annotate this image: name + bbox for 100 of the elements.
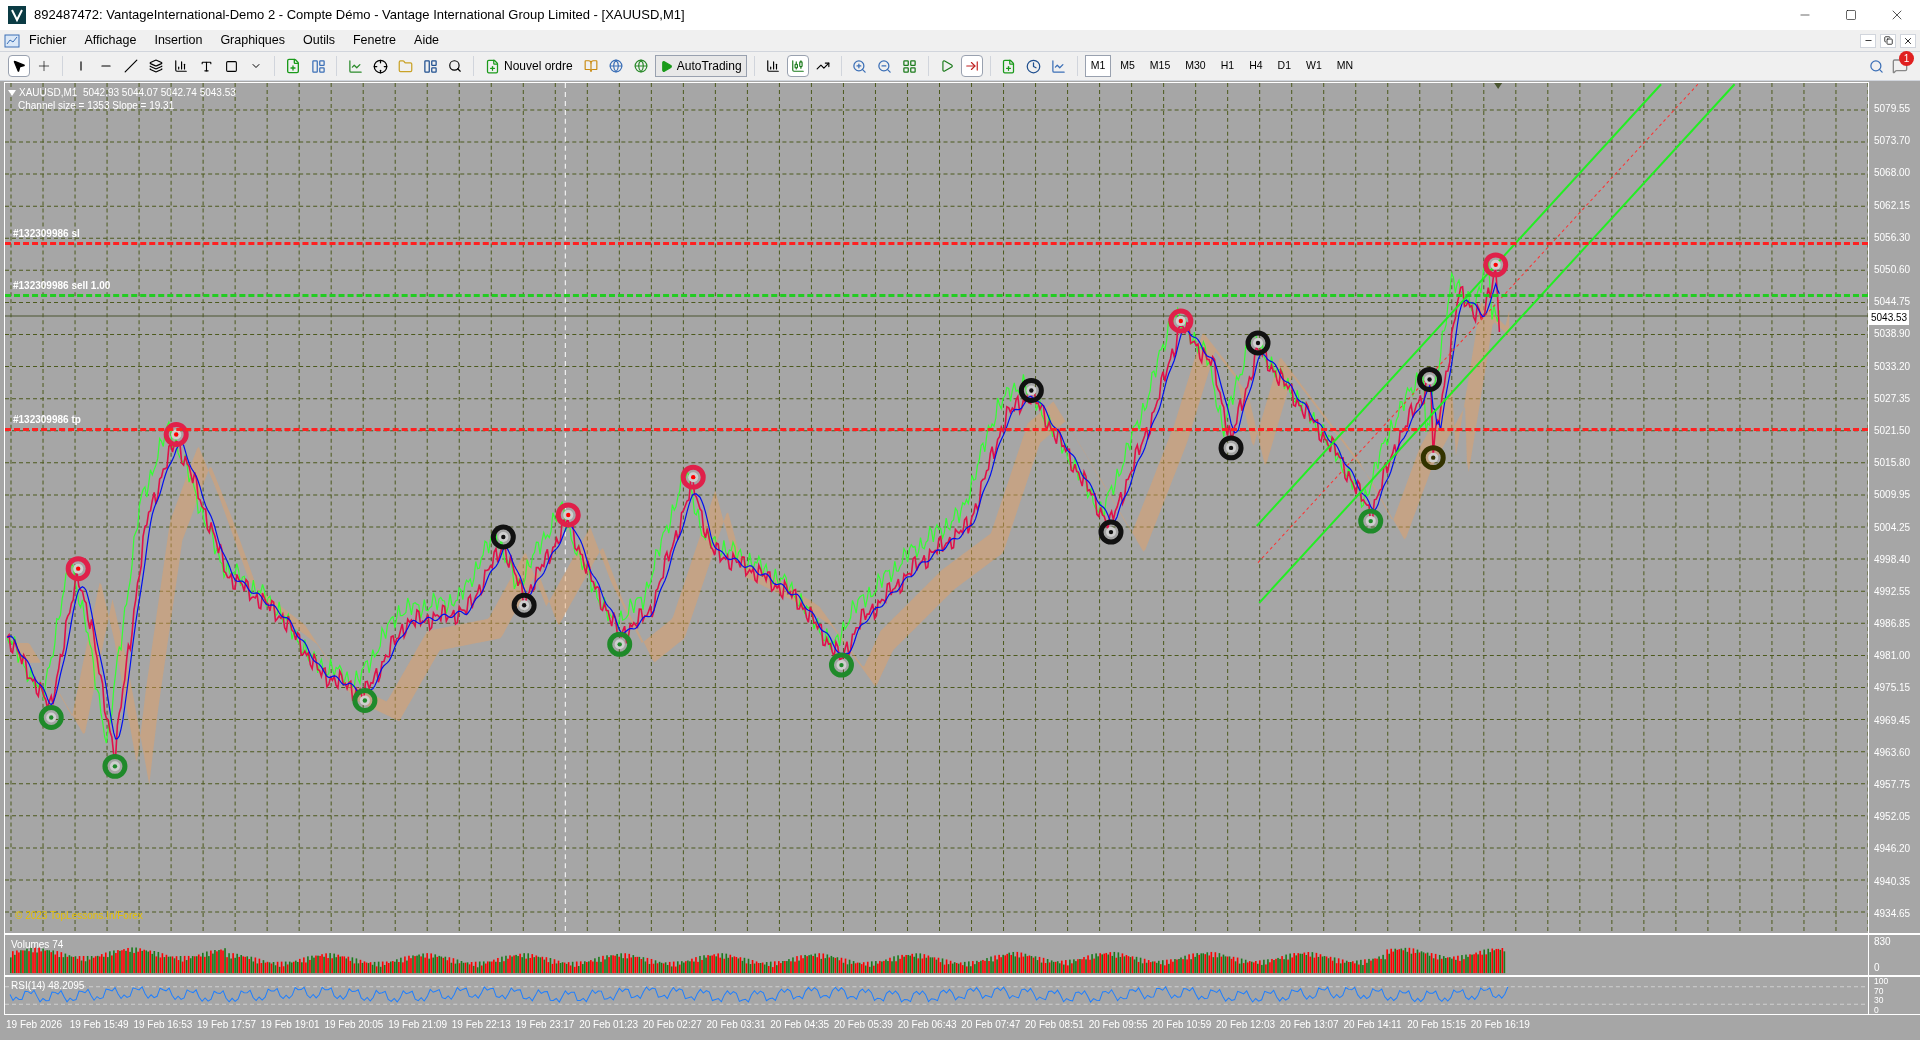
cursor-tool-icon[interactable] — [8, 55, 30, 77]
signal-marker-icon — [1417, 367, 1443, 392]
timeframe-tab[interactable]: M15 — [1143, 55, 1177, 77]
menu-item[interactable]: Aide — [405, 31, 449, 50]
timeframe-tab[interactable]: W1 — [1300, 55, 1328, 77]
signal-marker-icon — [1483, 252, 1509, 278]
time-label: 20 Feb 16:19 — [1470, 1017, 1531, 1032]
menu-item[interactable]: Outils — [294, 31, 344, 50]
price-label: 4963.60 — [1874, 747, 1911, 758]
maximize-icon — [1845, 9, 1857, 21]
menu-item[interactable]: Fichier — [20, 31, 76, 50]
time-label: 20 Feb 06:43 — [897, 1017, 958, 1032]
price-label: 5062.15 — [1874, 200, 1911, 211]
price-label: 4975.15 — [1874, 683, 1911, 694]
volume-axis-label: 830 — [1874, 937, 1892, 947]
collapse-triangle-icon[interactable] — [8, 89, 16, 96]
price-label: 4934.65 — [1874, 908, 1911, 919]
price-label: 4992.55 — [1874, 586, 1911, 597]
autotrading-button[interactable]: AutoTrading — [654, 55, 747, 77]
menu-item[interactable]: Graphiques — [211, 31, 294, 50]
time-label: 20 Feb 07:47 — [961, 1017, 1022, 1032]
signal-marker-icon — [1420, 445, 1446, 471]
signal-marker-icon — [1098, 519, 1124, 545]
timeframe-tab[interactable]: M1 — [1084, 55, 1112, 77]
signal-marker-icon — [511, 592, 537, 618]
new-order-icon — [485, 58, 500, 74]
signal-marker-icon — [828, 652, 854, 678]
chart-window-icon — [4, 33, 20, 48]
time-label: 19 Feb 23:17 — [515, 1017, 576, 1032]
copyright-text: © 2023 TopLessons.In/Forex — [15, 909, 143, 923]
signal-marker-icon — [607, 631, 633, 657]
time-label: 20 Feb 09:55 — [1088, 1017, 1149, 1032]
order-line-label: #132309986 sl — [13, 229, 80, 240]
time-label: 20 Feb 14:11 — [1343, 1017, 1403, 1032]
time-label: 20 Feb 03:31 — [706, 1017, 767, 1032]
signal-marker-icon — [1018, 378, 1044, 403]
child-minimize-button[interactable] — [1860, 33, 1876, 48]
signal-marker-icon — [1168, 308, 1194, 334]
timeframe-tab[interactable]: M5 — [1114, 55, 1141, 77]
price-label: 5068.00 — [1874, 168, 1911, 179]
signal-marker-icon — [102, 753, 128, 779]
signal-marker-icon — [680, 464, 706, 490]
time-label: 19 Feb 21:09 — [388, 1017, 449, 1032]
notification-badge: 1 — [1899, 51, 1914, 66]
rsi-axis-label: 30 — [1874, 996, 1885, 1005]
price-label: 5015.80 — [1874, 458, 1911, 469]
child-close-button[interactable] — [1900, 33, 1916, 48]
child-restore-button[interactable] — [1880, 33, 1896, 48]
rsi-label: RSI(14) 48.2095 — [11, 979, 85, 993]
signal-marker-icon — [352, 688, 378, 713]
time-label: 19 Feb 17:57 — [197, 1017, 257, 1032]
indicator-header: Channel size = 1353 Slope = 19.31 — [17, 99, 176, 112]
rsi-axis-label: 100 — [1874, 977, 1890, 986]
window-title: 892487472: VantageInternational-Demo 2 - Compte Démo - Vantage International Group Limited - [XAUUSD,M1] — [34, 6, 685, 25]
current-price-label: 5043.53 — [1869, 309, 1910, 325]
timeframe-tab[interactable]: MN — [1330, 55, 1360, 77]
time-label: 20 Feb 13:07 — [1279, 1017, 1340, 1032]
menu-item[interactable]: Fenetre — [343, 31, 406, 50]
price-label: 5050.60 — [1874, 265, 1911, 276]
time-label: 20 Feb 05:39 — [833, 1017, 894, 1032]
signal-marker-icon — [65, 556, 91, 582]
time-label: 20 Feb 10:59 — [1152, 1017, 1213, 1032]
signal-marker-icon — [1218, 435, 1244, 461]
price-label: 5009.95 — [1874, 490, 1911, 501]
price-label: 5027.35 — [1874, 393, 1911, 404]
menu-item[interactable]: Insertion — [145, 31, 212, 50]
signal-marker-icon — [38, 705, 64, 730]
signal-marker-icon — [1358, 508, 1384, 534]
timeframe-tab[interactable]: M30 — [1179, 55, 1212, 77]
chart-shift-icon[interactable] — [960, 55, 983, 77]
price-label: 5004.25 — [1874, 522, 1911, 533]
candlestick-chart-icon[interactable] — [786, 55, 809, 77]
close-icon — [1903, 35, 1913, 46]
symbol-header: XAUUSD,M1 5042.93 5044.07 5042.74 5043.53 — [19, 86, 236, 99]
price-label: 5044.75 — [1874, 297, 1911, 308]
price-label: 4998.40 — [1874, 554, 1911, 565]
price-label: 5038.90 — [1874, 329, 1911, 340]
timeframe-tab[interactable]: H1 — [1214, 55, 1241, 77]
order-line[interactable] — [5, 428, 1868, 432]
time-label: 20 Feb 15:15 — [1407, 1017, 1468, 1032]
rsi-axis-label: 70 — [1874, 986, 1885, 995]
rsi-axis-label: 0 — [1874, 1005, 1880, 1014]
signal-marker-icon — [555, 502, 581, 528]
timeframe-tab[interactable]: H4 — [1243, 55, 1269, 77]
price-label: 4957.75 — [1874, 780, 1911, 791]
time-label: 20 Feb 01:23 — [579, 1017, 640, 1032]
play-icon — [659, 59, 673, 73]
signal-marker-icon — [1245, 330, 1271, 356]
price-label: 5079.55 — [1874, 104, 1911, 115]
search-icon[interactable] — [1869, 58, 1884, 74]
time-label: 20 Feb 02:27 — [642, 1017, 703, 1032]
channel-line[interactable] — [1255, 83, 1663, 527]
shift-marker-icon[interactable] — [1494, 83, 1503, 89]
time-label: 19 Feb 22:13 — [451, 1017, 512, 1032]
price-label: 5073.70 — [1874, 136, 1911, 147]
new-order-button[interactable]: Nouvel ordre — [481, 55, 577, 77]
price-label: 4981.00 — [1874, 651, 1911, 662]
menu-item[interactable]: Affichage — [75, 31, 146, 50]
time-label: 20 Feb 12:03 — [1216, 1017, 1276, 1032]
timeframe-tab[interactable]: D1 — [1271, 55, 1297, 77]
